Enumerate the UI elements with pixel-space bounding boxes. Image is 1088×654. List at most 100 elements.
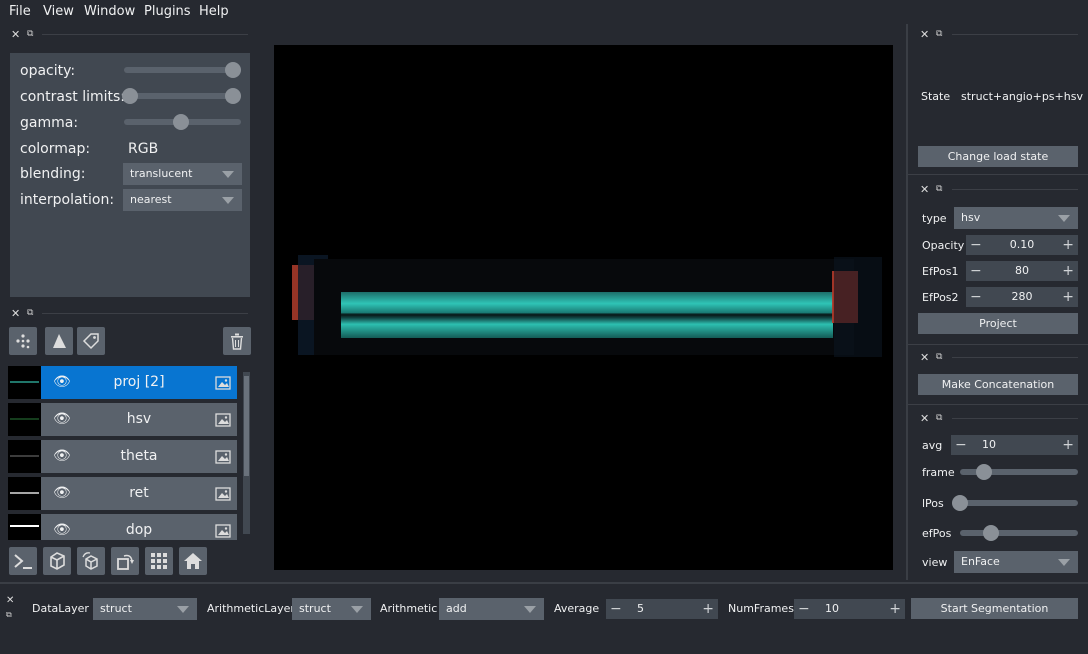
float-icon[interactable]: ⧉ bbox=[6, 610, 12, 620]
menu-view[interactable]: View bbox=[43, 4, 74, 19]
close-icon[interactable]: ✕ bbox=[6, 595, 14, 606]
layer-row-hsv[interactable]: 👁 hsv bbox=[41, 403, 237, 436]
opacity-value: 0.10 bbox=[1009, 238, 1035, 251]
opacity-spinbox[interactable]: −0.10 + bbox=[966, 235, 1078, 255]
layer-list: 👁 proj [2] 👁 hsv 👁 theta 👁 ret 👁 dop bbox=[0, 362, 256, 540]
average-value: 5 bbox=[637, 602, 644, 615]
image-icon bbox=[215, 487, 231, 501]
console-icon bbox=[14, 554, 32, 569]
efpos1-spinbox[interactable]: −80 + bbox=[966, 261, 1078, 281]
close-icon[interactable]: ✕ bbox=[920, 183, 929, 196]
colormap-value[interactable]: RGB bbox=[128, 141, 158, 157]
contrast-min-handle[interactable] bbox=[122, 88, 138, 104]
close-icon[interactable]: ✕ bbox=[11, 307, 20, 320]
view-dropdown[interactable]: EnFace bbox=[954, 551, 1078, 573]
image-icon bbox=[215, 376, 231, 390]
gamma-label: gamma: bbox=[20, 115, 79, 131]
opacity-slider[interactable] bbox=[124, 67, 241, 73]
layer-row-theta[interactable]: 👁 theta bbox=[41, 440, 237, 473]
opacity-label: Opacity bbox=[922, 239, 965, 252]
start-segmentation-button[interactable]: Start Segmentation bbox=[911, 598, 1078, 619]
layer-name: dop bbox=[125, 522, 153, 538]
chevron-down-icon bbox=[1058, 215, 1070, 222]
contrast-limits-label: contrast limits: bbox=[20, 89, 125, 105]
layer-row-ret[interactable]: 👁 ret bbox=[41, 477, 237, 510]
delete-layer-button[interactable] bbox=[223, 327, 251, 355]
change-load-state-button[interactable]: Change load state bbox=[918, 146, 1078, 167]
blending-value: translucent bbox=[130, 167, 193, 180]
plus-icon[interactable]: + bbox=[889, 599, 901, 619]
layer-name: theta bbox=[120, 448, 158, 464]
close-icon[interactable]: ✕ bbox=[920, 28, 929, 41]
menu-plugins[interactable]: Plugins bbox=[144, 4, 191, 19]
new-labels-layer-button[interactable] bbox=[77, 327, 105, 355]
state-label: State bbox=[921, 90, 951, 103]
lpos-slider[interactable] bbox=[960, 500, 1078, 506]
ndisplay-button[interactable] bbox=[43, 547, 71, 575]
datalayer-dropdown[interactable]: struct bbox=[93, 598, 197, 620]
numframes-spinbox[interactable]: −10 + bbox=[794, 599, 905, 619]
console-button[interactable] bbox=[9, 547, 37, 575]
float-icon[interactable]: ⧉ bbox=[27, 308, 33, 318]
scrollbar-handle[interactable] bbox=[244, 376, 249, 476]
dock-splitter[interactable] bbox=[906, 24, 908, 580]
make-concatenation-button[interactable]: Make Concatenation bbox=[918, 374, 1078, 395]
shapes-icon bbox=[53, 334, 66, 348]
transpose-dims-button[interactable] bbox=[111, 547, 139, 575]
float-icon[interactable]: ⧉ bbox=[936, 29, 942, 39]
plus-icon[interactable]: + bbox=[1062, 235, 1074, 255]
datalayer-value: struct bbox=[100, 602, 132, 615]
new-shapes-layer-button[interactable] bbox=[45, 327, 73, 355]
average-label: Average bbox=[554, 602, 600, 615]
menu-file[interactable]: File bbox=[9, 4, 31, 19]
plus-icon[interactable]: + bbox=[1062, 435, 1074, 455]
contrast-max-handle[interactable] bbox=[225, 88, 241, 104]
float-icon[interactable]: ⧉ bbox=[936, 413, 942, 423]
layer-row-dop[interactable]: 👁 dop bbox=[41, 514, 237, 540]
bottom-splitter[interactable] bbox=[0, 582, 1088, 584]
arithmetic-dropdown[interactable]: add bbox=[439, 598, 544, 620]
plus-icon[interactable]: + bbox=[1062, 287, 1074, 307]
arithmeticlayer-dropdown[interactable]: struct bbox=[292, 598, 371, 620]
efpos-slider[interactable] bbox=[960, 530, 1078, 536]
opacity-label: opacity: bbox=[20, 63, 76, 79]
arithmeticlayer-value: struct bbox=[299, 602, 331, 615]
interpolation-value: nearest bbox=[130, 193, 172, 206]
opacity-slider-handle[interactable] bbox=[225, 62, 241, 78]
float-icon[interactable]: ⧉ bbox=[27, 29, 33, 39]
close-icon[interactable]: ✕ bbox=[11, 28, 20, 41]
avg-spinbox[interactable]: −10 + bbox=[951, 435, 1078, 455]
layer-name: hsv bbox=[126, 411, 152, 427]
new-points-layer-button[interactable] bbox=[9, 327, 37, 355]
contrast-limits-slider[interactable] bbox=[124, 93, 241, 99]
type-dropdown[interactable]: hsv bbox=[954, 207, 1078, 229]
float-icon[interactable]: ⧉ bbox=[936, 184, 942, 194]
project-button[interactable]: Project bbox=[918, 313, 1078, 334]
frame-slider-handle[interactable] bbox=[976, 464, 992, 480]
points-icon bbox=[16, 334, 30, 349]
efpos-slider-handle[interactable] bbox=[983, 525, 999, 541]
home-button[interactable] bbox=[179, 547, 207, 575]
blending-dropdown[interactable]: translucent bbox=[123, 163, 242, 185]
menu-help[interactable]: Help bbox=[199, 4, 229, 19]
layer-row-proj[interactable]: 👁 proj [2] bbox=[41, 366, 237, 399]
interpolation-dropdown[interactable]: nearest bbox=[123, 189, 242, 211]
chevron-down-icon bbox=[222, 171, 234, 178]
average-spinbox[interactable]: −5 + bbox=[606, 599, 718, 619]
roll-dims-button[interactable] bbox=[77, 547, 105, 575]
numframes-label: NumFrames bbox=[728, 602, 794, 615]
efpos2-spinbox[interactable]: −280 + bbox=[966, 287, 1078, 307]
plus-icon[interactable]: + bbox=[702, 599, 714, 619]
colormap-label: colormap: bbox=[20, 141, 91, 157]
grid-view-button[interactable] bbox=[145, 547, 173, 575]
close-icon[interactable]: ✕ bbox=[920, 351, 929, 364]
image-canvas[interactable] bbox=[274, 45, 893, 570]
menu-window[interactable]: Window bbox=[84, 4, 135, 19]
plus-icon[interactable]: + bbox=[1062, 261, 1074, 281]
float-icon[interactable]: ⧉ bbox=[936, 352, 942, 362]
lpos-slider-handle[interactable] bbox=[952, 495, 968, 511]
layer-thumbnail bbox=[8, 514, 41, 540]
close-icon[interactable]: ✕ bbox=[920, 412, 929, 425]
gamma-slider-handle[interactable] bbox=[173, 114, 189, 130]
layer-controls-panel: opacity: contrast limits: gamma: colorma… bbox=[10, 53, 250, 297]
